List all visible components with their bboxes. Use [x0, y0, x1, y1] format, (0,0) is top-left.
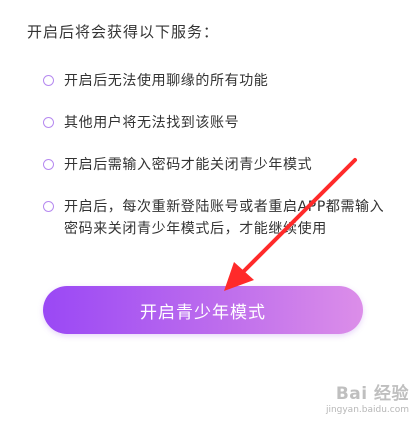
watermark-brand: Bai 经验 [335, 384, 409, 404]
enable-youth-mode-button[interactable]: 开启青少年模式 [43, 286, 363, 334]
list-item: 开启后需输入密码才能关闭青少年模式 [43, 154, 393, 176]
baidu-watermark: Bai 经验 jingyan.baidu.com [314, 375, 409, 415]
list-item-text: 其他用户将无法找到该账号 [64, 115, 240, 131]
list-item-text: 开启后需输入密码才能关闭青少年模式 [64, 157, 313, 173]
list-item: 其他用户将无法找到该账号 [43, 112, 393, 134]
circle-bullet-icon [43, 75, 54, 86]
circle-bullet-icon [43, 159, 54, 170]
circle-bullet-icon [43, 117, 54, 128]
watermark-url: jingyan.baidu.com [325, 405, 409, 415]
list-item: 开启后无法使用聊缘的所有功能 [43, 70, 393, 92]
list-item-text: 开启后，每次重新登陆账号或者重启APP都需输入密码来关闭青少年模式后，才能继续使… [64, 199, 385, 237]
circle-bullet-icon [43, 201, 54, 212]
list-item: 开启后，每次重新登陆账号或者重启APP都需输入密码来关闭青少年模式后，才能继续使… [43, 196, 393, 240]
list-item-text: 开启后无法使用聊缘的所有功能 [64, 73, 269, 89]
section-heading: 开启后将会获得以下服务： [27, 23, 220, 41]
